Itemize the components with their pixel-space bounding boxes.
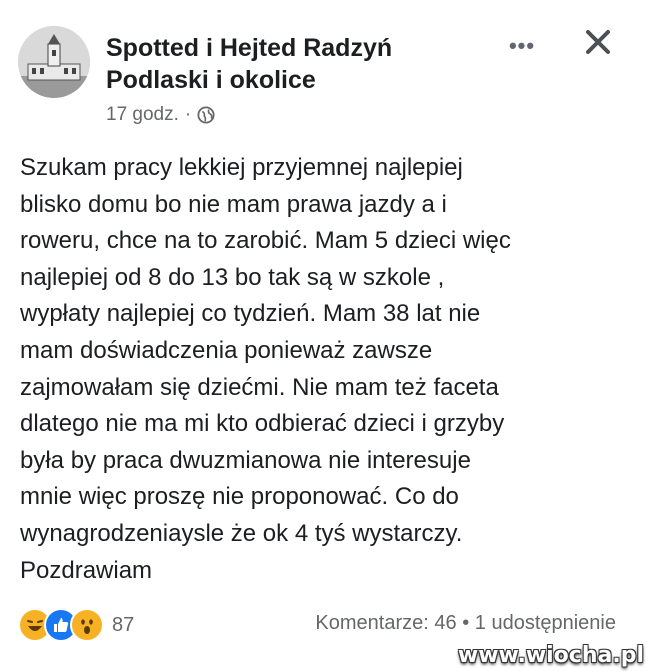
post-text-line: Szukam pracy lekkiej przyjemnej najlepie…: [20, 154, 463, 181]
group-name[interactable]: Spotted i Hejted Radzyń Podlaski i okoli…: [106, 32, 466, 96]
more-options-button[interactable]: •••: [504, 32, 540, 60]
more-options-icon: •••: [508, 33, 536, 58]
reactions-summary[interactable]: 87: [18, 608, 134, 642]
meta-separator: ·: [184, 104, 192, 125]
post-text-line: Pozdrawiam: [20, 556, 153, 584]
post-meta: 17 godz. ·: [106, 104, 215, 126]
post-text-line: najlepiej od 8 do 13 bo tak są w szkole …: [20, 263, 445, 291]
group-avatar[interactable]: [18, 26, 90, 98]
church-photo-icon: [18, 26, 90, 98]
wow-reaction-icon: [70, 608, 104, 642]
post-text-line: mam doświadczenia ponieważ zawsze: [20, 336, 433, 364]
close-button[interactable]: [580, 24, 616, 60]
post-text: Szukam pracy lekkiej przyjemnej najlepie…: [20, 150, 630, 589]
reaction-count: 87: [112, 613, 135, 636]
close-icon: [586, 30, 610, 54]
post-timestamp[interactable]: 17 godz.: [106, 104, 179, 126]
post-text-line: była by praca dwuzmianowa nie interesuje: [20, 446, 471, 474]
post-stats: Komentarze: 46 • 1 udostępnienie: [315, 612, 616, 635]
facebook-post: Spotted i Hejted Radzyń Podlaski i okoli…: [0, 0, 650, 672]
post-header: Spotted i Hejted Radzyń Podlaski i okoli…: [18, 22, 632, 132]
stats-separator: •: [462, 612, 470, 634]
watermark: www.wiocha.pl: [457, 643, 644, 668]
comments-count[interactable]: Komentarze: 46: [315, 612, 456, 634]
globe-icon: [197, 106, 215, 124]
post-text-line: blisko domu bo nie mam prawa jazdy a i: [20, 190, 447, 218]
post-text-line: mnie więc proszę nie proponować. Co do: [20, 483, 459, 511]
post-text-line: wynagrodzeniaysle że ok 4 tyś wystarczy.: [20, 519, 463, 547]
post-text-line: zajmowałam się dziećmi. Nie mam też face…: [20, 373, 499, 401]
shares-count[interactable]: 1 udostępnienie: [475, 612, 616, 634]
post-footer: 87 Komentarze: 46 • 1 udostępnienie: [18, 606, 632, 646]
post-text-line: wypłaty najlepiej co tydzień. Mam 38 lat…: [20, 300, 481, 328]
post-text-line: dlatego nie ma mi kto odbierać dzieci i …: [20, 410, 505, 438]
post-text-line: roweru, chce na to zarobić. Mam 5 dzieci…: [20, 227, 511, 255]
